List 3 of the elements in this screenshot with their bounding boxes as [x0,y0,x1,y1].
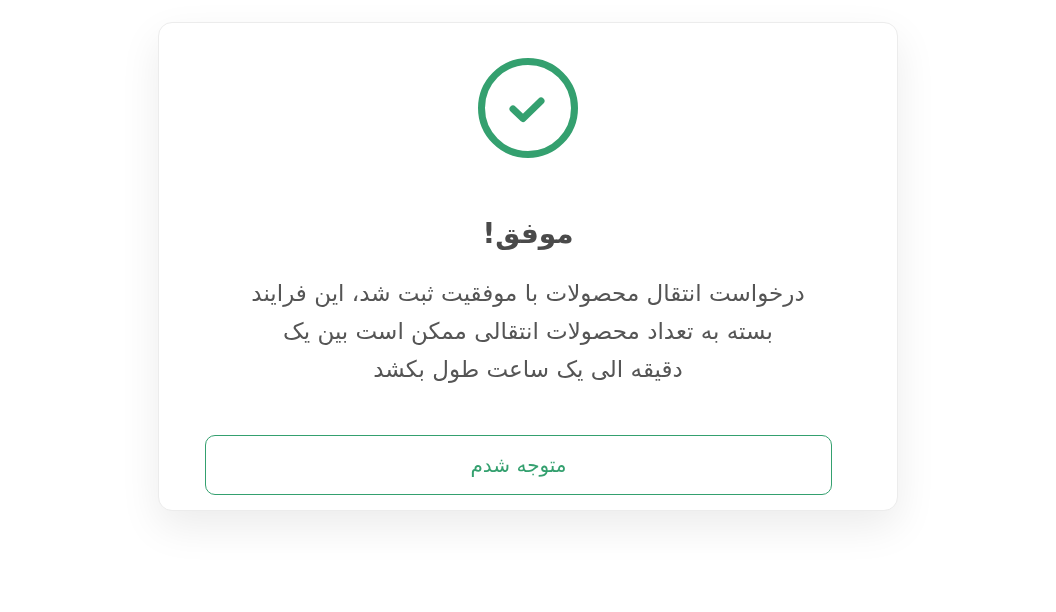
dialog-message: درخواست انتقال محصولات با موفقیت ثبت شد، این فرایند بسته به تعداد محصولات انتقالی ممکن است بین یک دقیقه الی یک ساعت طول بکشد [250,279,806,385]
dialog-title: موفق! [482,216,574,252]
confirm-button[interactable]: متوجه شدم [205,435,832,495]
